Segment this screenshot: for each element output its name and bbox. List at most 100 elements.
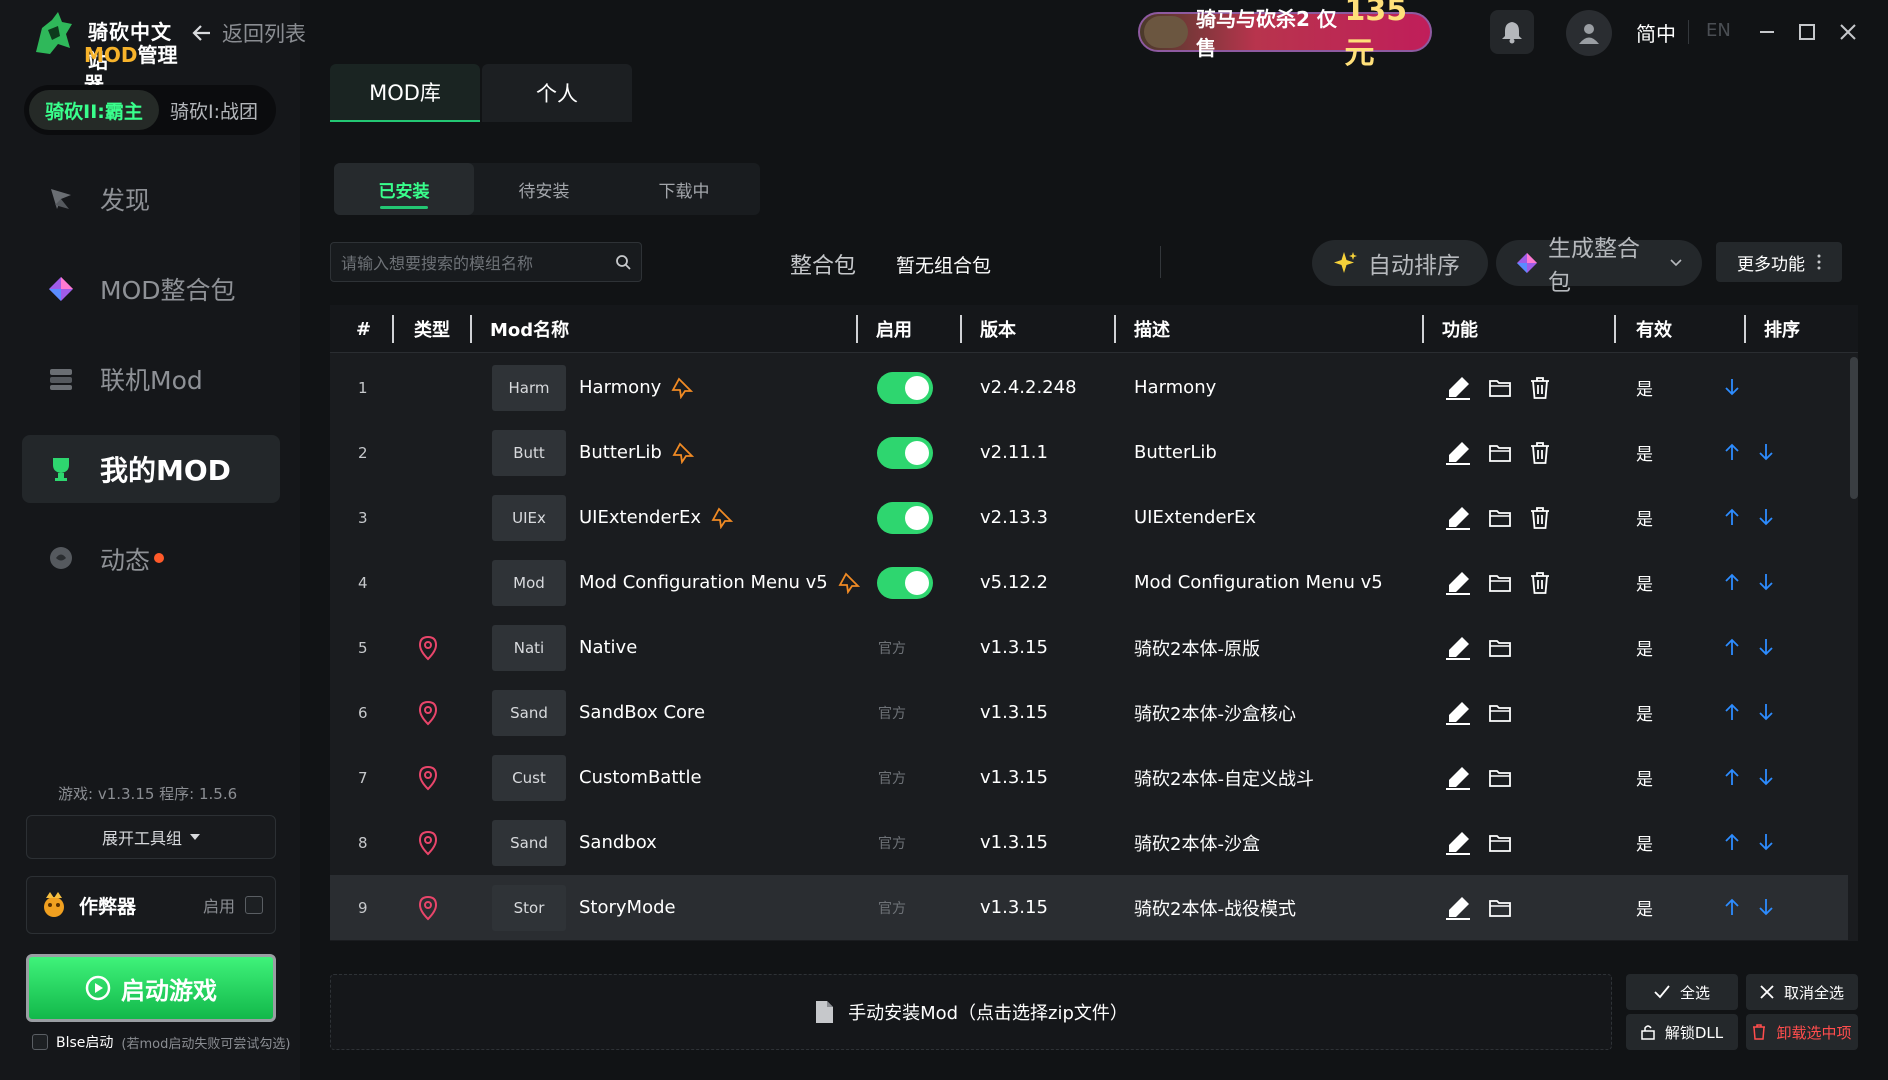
edit-icon[interactable] [1444, 375, 1472, 401]
pin-icon[interactable] [711, 507, 733, 529]
move-up-icon[interactable] [1722, 832, 1742, 852]
nav-online-mod[interactable]: 联机Mod [22, 345, 280, 413]
move-down-icon[interactable] [1756, 637, 1776, 657]
tools-toggle-button[interactable]: 展开工具组 [26, 815, 276, 859]
deselect-all-button[interactable]: 取消全选 [1746, 974, 1858, 1010]
manual-install-dropzone[interactable]: 手动安装Mod（点击选择zip文件） [330, 974, 1612, 1050]
tab-pending[interactable]: 待安装 [474, 163, 614, 215]
trash-icon[interactable] [1528, 441, 1552, 465]
table-row[interactable]: 7 Cust CustomBattle 官方 v1.3.15 骑砍2本体-自定义战斗 是 [330, 745, 1848, 810]
more-functions-button[interactable]: 更多功能 [1716, 242, 1842, 282]
pin-icon[interactable] [838, 572, 860, 594]
folder-icon[interactable] [1488, 637, 1512, 659]
mod-pack-value[interactable]: 暂无组合包 [896, 251, 991, 278]
edit-icon[interactable] [1444, 830, 1472, 856]
tab-installed[interactable]: 已安装 [334, 163, 474, 215]
folder-icon[interactable] [1488, 507, 1512, 529]
move-up-icon[interactable] [1722, 572, 1742, 592]
col-divider [856, 315, 858, 343]
folder-icon[interactable] [1488, 377, 1512, 399]
move-down-icon[interactable] [1756, 897, 1776, 917]
enable-toggle[interactable] [877, 372, 933, 404]
uninstall-selected-button[interactable]: 卸载选中项 [1746, 1014, 1858, 1050]
game-bannerlord[interactable]: 骑砍II:霸主 [29, 90, 159, 130]
promo-banner[interactable]: 骑马与砍杀2 仅售 135元 [1138, 0, 1432, 71]
move-up-icon[interactable] [1722, 507, 1742, 527]
generate-pack-button[interactable]: 生成整合包 [1496, 236, 1702, 296]
trash-icon[interactable] [1528, 571, 1552, 595]
maximize-icon [1798, 23, 1816, 41]
search-box[interactable]: 请输入想要搜索的模组名称 [330, 242, 642, 282]
move-down-icon[interactable] [1756, 702, 1776, 722]
bise-checkbox[interactable] [32, 1034, 48, 1050]
tab-mod-library[interactable]: MOD库 [330, 64, 480, 122]
move-up-icon[interactable] [1722, 767, 1742, 787]
maximize-button[interactable] [1795, 20, 1819, 44]
edit-icon[interactable] [1444, 440, 1472, 466]
back-to-list-link[interactable]: 返回列表 [190, 18, 306, 48]
move-up-icon[interactable] [1722, 442, 1742, 462]
play-icon [85, 975, 111, 1001]
lang-zh[interactable]: 简中 [1636, 18, 1676, 47]
move-up-icon[interactable] [1722, 702, 1742, 722]
mod-description: 骑砍2本体-战役模式 [1134, 898, 1296, 920]
nav-mod-pack[interactable]: MOD整合包 [22, 255, 280, 323]
user-avatar[interactable] [1566, 10, 1612, 56]
nav-feed[interactable]: 动态 [22, 525, 280, 593]
search-icon[interactable] [615, 254, 631, 270]
move-down-icon[interactable] [1756, 767, 1776, 787]
pin-icon[interactable] [672, 442, 694, 464]
auto-sort-button[interactable]: 自动排序 [1312, 240, 1488, 286]
move-down-icon[interactable] [1756, 572, 1776, 592]
game-warband[interactable]: 骑砍I:战团 [159, 90, 269, 130]
table-row[interactable]: 1 Harm Harmony v2.4.2.248 Harmony 是 [330, 355, 1848, 420]
arrow-left-icon [190, 21, 214, 45]
edit-icon[interactable] [1444, 895, 1472, 921]
notification-button[interactable] [1490, 10, 1534, 54]
enable-toggle[interactable] [877, 567, 933, 599]
nav-my-mod[interactable]: 我的MOD [22, 435, 280, 503]
tab-personal[interactable]: 个人 [482, 64, 632, 122]
pin-icon[interactable] [671, 377, 694, 399]
table-row[interactable]: 5 Nati Native 官方 v1.3.15 骑砍2本体-原版 是 [330, 615, 1848, 680]
edit-icon[interactable] [1444, 635, 1472, 661]
enable-toggle[interactable] [877, 502, 933, 534]
nav-discover[interactable]: 发现 [22, 165, 280, 233]
move-down-icon[interactable] [1756, 832, 1776, 852]
table-scrollbar[interactable] [1850, 357, 1858, 499]
select-all-button[interactable]: 全选 [1626, 974, 1738, 1010]
move-up-icon[interactable] [1722, 897, 1742, 917]
edit-icon[interactable] [1444, 505, 1472, 531]
folder-icon[interactable] [1488, 832, 1512, 854]
trash-icon[interactable] [1528, 376, 1552, 400]
folder-icon[interactable] [1488, 702, 1512, 724]
table-row[interactable]: 9 Stor StoryMode 官方 v1.3.15 骑砍2本体-战役模式 是 [330, 875, 1848, 940]
close-button[interactable] [1836, 20, 1860, 44]
tab-downloading[interactable]: 下载中 [614, 163, 754, 215]
folder-icon[interactable] [1488, 572, 1512, 594]
folder-icon[interactable] [1488, 767, 1512, 789]
edit-icon[interactable] [1444, 700, 1472, 726]
minimize-button[interactable] [1755, 20, 1779, 44]
folder-icon[interactable] [1488, 442, 1512, 464]
trash-icon[interactable] [1528, 506, 1552, 530]
edit-icon[interactable] [1444, 765, 1472, 791]
folder-icon[interactable] [1488, 897, 1512, 919]
move-down-icon[interactable] [1756, 507, 1776, 527]
table-row[interactable]: 2 Butt ButterLib v2.11.1 ButterLib 是 [330, 420, 1848, 485]
start-game-button[interactable]: 启动游戏 [26, 954, 276, 1022]
move-down-icon[interactable] [1722, 377, 1742, 397]
move-down-icon[interactable] [1756, 442, 1776, 462]
edit-icon[interactable] [1444, 570, 1472, 596]
table-row[interactable]: 6 Sand SandBox Core 官方 v1.3.15 骑砍2本体-沙盒核心 是 [330, 680, 1848, 745]
lang-en[interactable]: EN [1706, 20, 1731, 41]
unlock-dll-button[interactable]: 解锁DLL [1626, 1014, 1738, 1050]
manual-install-label: 手动安装Mod（点击选择zip文件） [848, 1003, 1128, 1024]
table-row[interactable]: 3 UIEx UIExtenderEx v2.13.3 UIExtenderEx 是 [330, 485, 1848, 550]
cheat-enable-checkbox[interactable] [245, 896, 263, 914]
move-up-icon[interactable] [1722, 637, 1742, 657]
table-row[interactable]: 4 Mod Mod Configuration Menu v5 v5.12.2 Mod … [330, 550, 1848, 615]
table-row[interactable]: 8 Sand Sandbox 官方 v1.3.15 骑砍2本体-沙盒 是 [330, 810, 1848, 875]
enable-toggle[interactable] [877, 437, 933, 469]
search-input[interactable]: 请输入想要搜索的模组名称 [341, 250, 615, 274]
